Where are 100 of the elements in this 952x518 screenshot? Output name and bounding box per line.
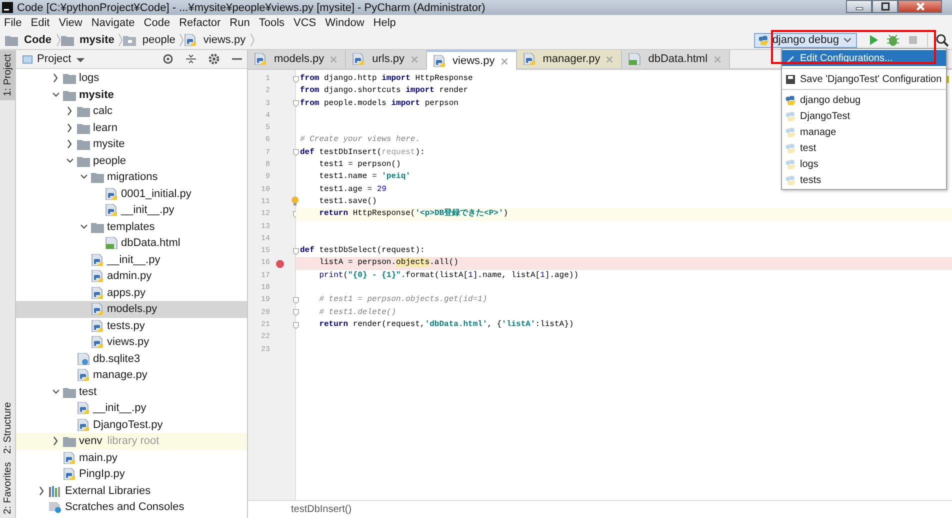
- tree-item[interactable]: main.py: [79, 452, 118, 464]
- chevron-icon: [250, 33, 255, 47]
- run-configuration-dropdown[interactable]: django debug: [754, 32, 857, 48]
- close-icon: [914, 1, 926, 12]
- menu-item[interactable]: Code: [144, 17, 170, 29]
- python-icon: [785, 110, 796, 122]
- python-file-icon: [77, 418, 90, 431]
- tree-item[interactable]: mysite: [79, 88, 114, 101]
- menu-item[interactable]: Window: [325, 17, 364, 29]
- tree-item[interactable]: tests.py: [107, 320, 145, 332]
- python-file-icon: [63, 468, 76, 480]
- menu-item[interactable]: Edit: [30, 17, 50, 29]
- fold-marker-icon[interactable]: [293, 100, 299, 108]
- tree-item[interactable]: PingIp.py: [79, 468, 125, 480]
- tree-item[interactable]: dbData.html: [121, 237, 180, 250]
- python-icon: [785, 126, 796, 138]
- project-view-dropdown[interactable]: Project: [22, 53, 86, 65]
- python-file-icon: [522, 53, 536, 65]
- menu-item[interactable]: manage: [782, 124, 946, 140]
- chevron-icon: [118, 33, 124, 47]
- tree-item[interactable]: DjangoTest.py: [93, 418, 163, 431]
- tree-item[interactable]: db.sqlite3: [93, 352, 140, 365]
- folder-icon: [63, 386, 76, 398]
- menu-item[interactable]: Run: [230, 17, 250, 29]
- tool-window-tab[interactable]: 2: Structure: [0, 398, 16, 458]
- editor-tab[interactable]: dbData.html: [622, 50, 730, 68]
- scratches-icon: [49, 501, 62, 514]
- tool-window-tab[interactable]: 1: Project: [0, 50, 16, 100]
- fold-marker-icon[interactable]: [293, 76, 299, 83]
- menu-item[interactable]: Refactor: [179, 17, 221, 29]
- close-button[interactable]: [898, 0, 942, 13]
- tree-item[interactable]: models.py: [107, 303, 158, 316]
- editor-tab[interactable]: models.py: [248, 50, 346, 68]
- python-file-icon: [105, 188, 118, 200]
- tree-item[interactable]: migrations: [107, 171, 158, 184]
- menu-item[interactable]: tests: [782, 172, 946, 188]
- python-icon: [785, 174, 796, 186]
- menu-item[interactable]: test: [782, 140, 946, 156]
- editor-tab[interactable]: manager.py: [516, 50, 622, 68]
- tree-item[interactable]: apps.py: [107, 286, 146, 299]
- python-file-icon: [91, 336, 104, 348]
- menu-item[interactable]: logs: [782, 156, 946, 172]
- search-icon[interactable]: [935, 33, 949, 47]
- tree-item[interactable]: 0001_initial.py: [121, 188, 192, 200]
- fold-marker-icon[interactable]: [293, 149, 299, 156]
- editor-tab[interactable]: views.py: [426, 50, 517, 70]
- bug-icon[interactable]: [886, 33, 900, 47]
- code-line: def testDbSelect(request):: [299, 245, 425, 258]
- tree-item[interactable]: people: [93, 154, 126, 167]
- fold-marker-icon[interactable]: [293, 309, 299, 316]
- close-icon: [712, 54, 723, 64]
- fold-marker-icon[interactable]: [293, 322, 299, 329]
- selected-tree-row[interactable]: models.py: [16, 301, 247, 318]
- fold-marker-icon[interactable]: [293, 248, 299, 255]
- folder-icon: [5, 34, 18, 46]
- menu-item[interactable]: django debug: [782, 92, 946, 108]
- tree-item[interactable]: templates: [107, 220, 155, 233]
- tree-item[interactable]: __init__.py: [121, 204, 174, 216]
- menu-item[interactable]: VCS: [294, 17, 316, 29]
- tree-item[interactable]: mysite: [93, 138, 125, 150]
- breadcrumb-item[interactable]: people: [123, 34, 176, 46]
- code-line: test1.name = 'peiq': [318, 171, 410, 184]
- maximize-button[interactable]: [872, 0, 898, 13]
- tree-item[interactable]: admin.py: [107, 270, 152, 282]
- python-file-icon: [91, 270, 104, 282]
- settings-icon[interactable]: [208, 53, 220, 65]
- breakpoint-icon[interactable]: [276, 260, 284, 268]
- locate-icon[interactable]: [162, 53, 174, 65]
- breadcrumb-item[interactable]: views.py: [184, 34, 246, 46]
- tree-item[interactable]: __init__.py: [93, 402, 146, 414]
- breadcrumb-item[interactable]: Code: [5, 34, 52, 46]
- tree-item[interactable]: views.py: [107, 336, 150, 348]
- editor-tab[interactable]: urls.py: [346, 50, 427, 68]
- tree-item[interactable]: logs: [79, 72, 100, 84]
- lightbulb-icon[interactable]: [291, 196, 299, 206]
- code-line: print("{0} - {1}".format(listA[1].name, listA[1].age)): [318, 270, 579, 282]
- breadcrumb-item[interactable]: mysite: [60, 34, 114, 46]
- folder-icon: [63, 72, 76, 84]
- fold-marker-icon[interactable]: [293, 296, 299, 304]
- tree-item[interactable]: __init__.py: [107, 254, 160, 266]
- tree-item[interactable]: External Libraries: [65, 484, 151, 497]
- menu-item[interactable]: View: [58, 17, 82, 29]
- tree-item[interactable]: test: [79, 386, 97, 398]
- function-breadcrumb[interactable]: testDbInsert(): [291, 504, 352, 515]
- tool-window-tab[interactable]: 2: Favorites: [0, 458, 16, 518]
- menu-item[interactable]: Save 'DjangoTest' Configuration: [782, 71, 946, 87]
- folder-icon: [77, 122, 90, 134]
- menu-item[interactable]: DjangoTest: [782, 108, 946, 124]
- python-file-icon: [184, 34, 198, 46]
- tree-item[interactable]: calc: [93, 105, 113, 118]
- minimize-button[interactable]: [846, 0, 872, 13]
- menu-item[interactable]: Tools: [258, 17, 285, 29]
- menu-item[interactable]: Navigate: [91, 17, 135, 29]
- tree-item[interactable]: Scratches and Consoles: [65, 501, 184, 514]
- tree-item[interactable]: learn: [93, 122, 118, 134]
- menu-item[interactable]: File: [4, 17, 22, 29]
- collapse-icon[interactable]: [185, 53, 197, 65]
- tree-item[interactable]: venv: [79, 435, 102, 448]
- menu-item[interactable]: Help: [373, 17, 396, 29]
- tree-item[interactable]: manage.py: [93, 369, 148, 382]
